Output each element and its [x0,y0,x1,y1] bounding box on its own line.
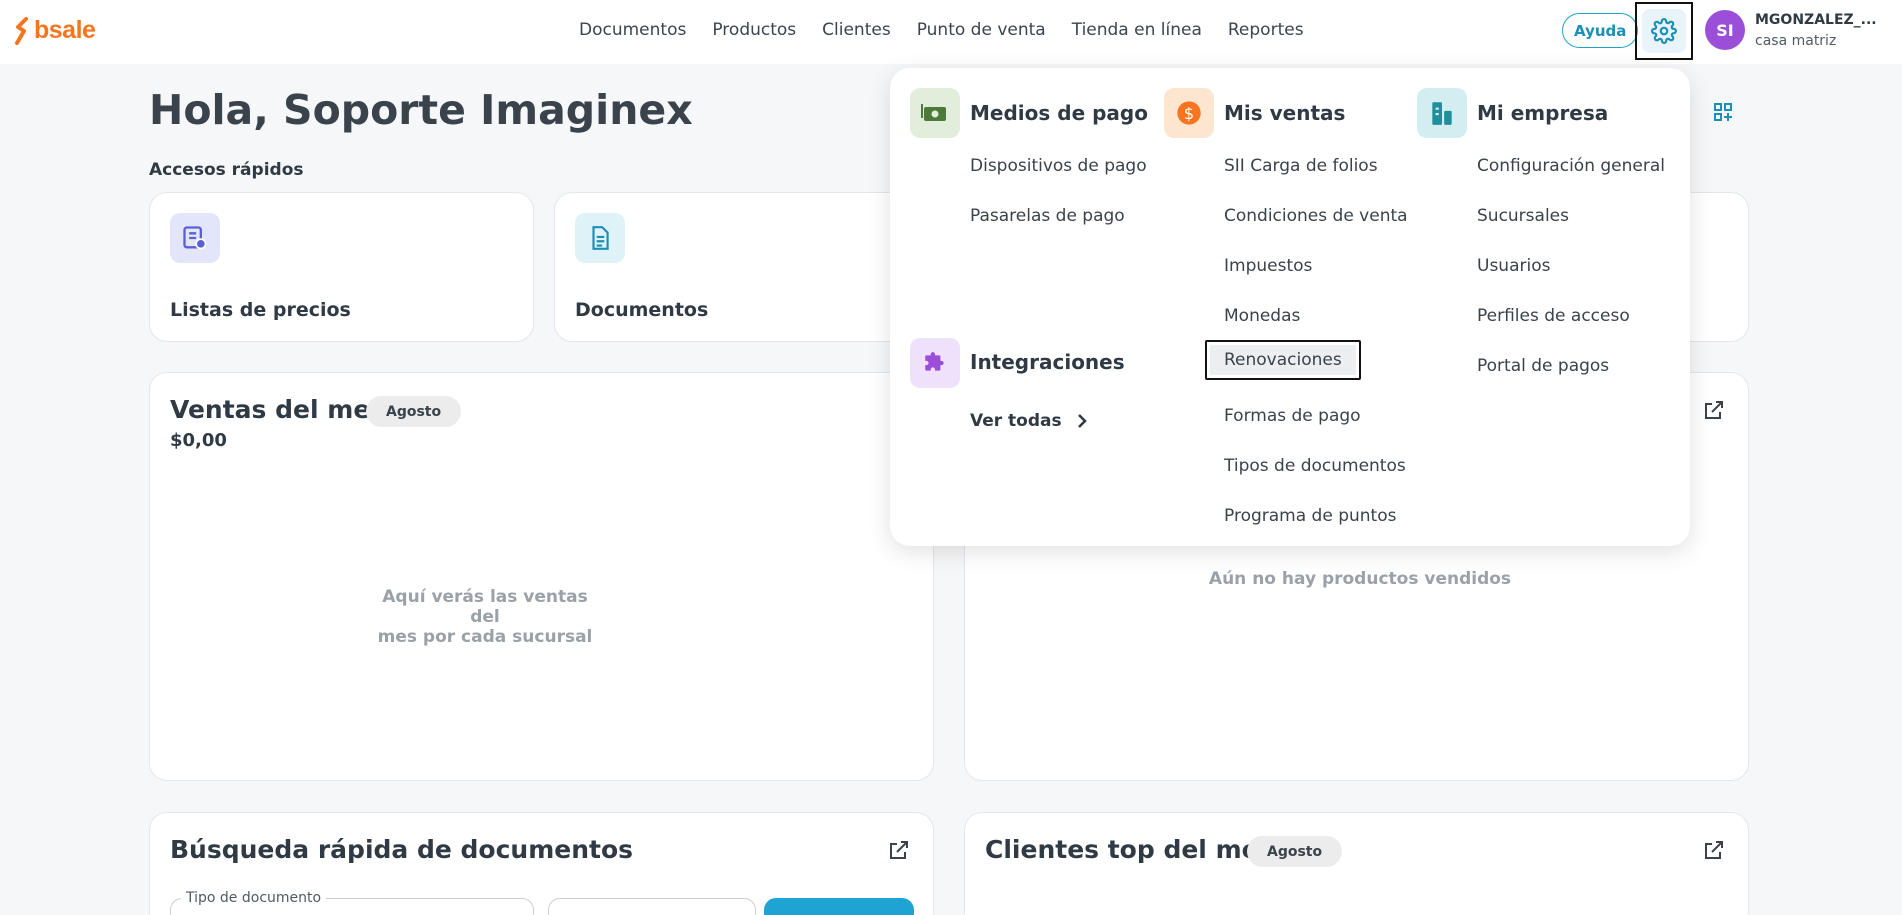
panel-title: Clientes top del mes [985,835,1274,864]
section-title-sales: Mis ventas [1224,101,1346,125]
nav-punto-de-venta[interactable]: Punto de venta [917,20,1046,40]
menu-item-payment-devices[interactable]: Dispositivos de pago [970,156,1147,176]
price-list-icon [170,213,220,263]
section-title-integrations: Integraciones [970,350,1125,374]
nav-documentos[interactable]: Documentos [579,20,686,40]
settings-dropdown-menu: Medios de pago Dispositivos de pago Pasa… [890,68,1690,546]
nav-reportes[interactable]: Reportes [1228,20,1304,40]
menu-item-users[interactable]: Usuarios [1477,256,1550,276]
external-link-icon[interactable] [887,838,911,862]
menu-item-payment-methods[interactable]: Formas de pago [1224,406,1361,426]
bsale-logo[interactable]: bsale [14,16,96,45]
quick-access-label: Documentos [575,299,709,321]
see-all-integrations-link[interactable]: Ver todas [970,411,1088,431]
panel-title: Búsqueda rápida de documentos [170,835,634,864]
top-navbar: bsale Documentos Productos Clientes Punt… [0,0,1902,64]
quick-access-title: Accesos rápidos [149,160,304,180]
bsale-logo-icon [14,16,30,45]
main-nav: Documentos Productos Clientes Punto de v… [579,20,1304,40]
chevron-right-icon [1077,414,1087,428]
help-button[interactable]: Ayuda [1562,13,1639,48]
menu-item-access-profiles[interactable]: Perfiles de acceso [1477,306,1630,326]
see-all-label: Ver todas [970,411,1062,431]
grid-add-icon[interactable] [1713,102,1733,122]
menu-item-taxes[interactable]: Impuestos [1224,256,1312,276]
menu-item-renewals[interactable]: Renovaciones [1205,340,1361,380]
menu-item-sale-conditions[interactable]: Condiciones de venta [1224,206,1408,226]
menu-item-branches[interactable]: Sucursales [1477,206,1569,226]
products-empty-message: Aún no hay productos vendidos [1208,569,1512,589]
top-clients-panel: Clientes top del mes Agosto [964,812,1749,915]
menu-item-sii-folios[interactable]: SII Carga de folios [1224,156,1378,176]
cash-icon [910,88,960,138]
empty-message-line: Aquí verás las ventas del [382,587,588,627]
user-branch: casa matriz [1755,33,1837,49]
nav-clientes[interactable]: Clientes [822,20,891,40]
avatar[interactable]: SI [1705,10,1745,50]
puzzle-icon [910,338,960,388]
dollar-icon: $ [1164,88,1214,138]
section-title-payment: Medios de pago [970,101,1148,125]
settings-button[interactable] [1635,2,1693,60]
menu-item-payment-gateways[interactable]: Pasarelas de pago [970,206,1125,226]
document-number-input[interactable] [548,898,756,915]
menu-item-general-config[interactable]: Configuración general [1477,156,1665,176]
search-button[interactable] [764,898,914,915]
sales-amount: $0,00 [170,430,227,451]
panel-title: Ventas del mes [170,395,386,424]
document-type-label: Tipo de documento [181,890,327,906]
user-name[interactable]: MGONZALEZ_... [1755,12,1877,28]
empty-message-line: mes por cada sucursal [377,627,593,647]
quick-access-card-documents[interactable]: Documentos [554,192,939,342]
svg-text:$: $ [1184,104,1194,123]
quick-access-card-price-lists[interactable]: Listas de precios [149,192,534,342]
menu-item-document-types[interactable]: Tipos de documentos [1224,456,1406,476]
logo-text: bsale [34,16,96,44]
gear-icon [1651,18,1677,44]
section-title-company: Mi empresa [1477,101,1609,125]
sales-month-panel: Ventas del mes Agosto $0,00 Aquí verás l… [149,372,934,781]
menu-item-payment-portal[interactable]: Portal de pagos [1477,356,1609,376]
sales-empty-message: Aquí verás las ventas del mes por cada s… [370,587,600,647]
month-badge[interactable]: Agosto [1247,836,1343,867]
document-type-select[interactable]: Tipo de documento [170,890,534,915]
document-search-panel: Búsqueda rápida de documentos Tipo de do… [149,812,934,915]
quick-access-label: Listas de precios [170,299,351,321]
page-title: Hola, Soporte Imaginex [149,86,693,134]
menu-item-currencies[interactable]: Monedas [1224,306,1300,326]
nav-productos[interactable]: Productos [712,20,796,40]
building-icon [1417,88,1467,138]
settings-button-bg [1642,9,1686,53]
external-link-icon[interactable] [1702,398,1726,422]
menu-item-points-program[interactable]: Programa de puntos [1224,506,1396,526]
external-link-icon[interactable] [1702,838,1726,862]
document-icon [575,213,625,263]
nav-tienda-en-linea[interactable]: Tienda en línea [1072,20,1202,40]
month-badge[interactable]: Agosto [366,396,462,427]
